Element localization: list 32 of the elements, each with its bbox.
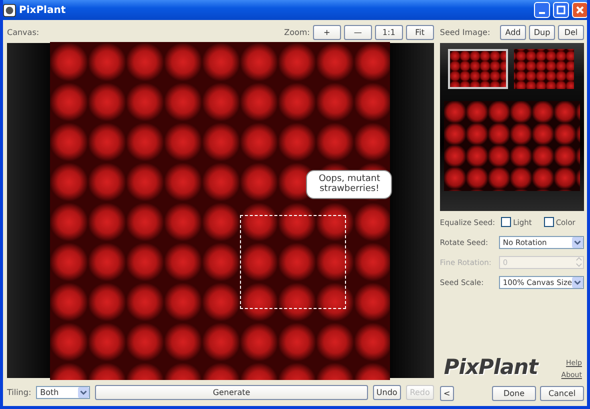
zoom-button[interactable]: Fit <box>406 25 434 40</box>
speech-bubble: Oops, mutant strawberries! <box>306 170 392 200</box>
window-title: PixPlant <box>19 4 66 16</box>
maximize-button[interactable] <box>553 2 569 18</box>
zoom-label: Zoom: <box>284 28 310 37</box>
seed-thumbnail[interactable] <box>514 49 574 89</box>
zoom-button[interactable]: — <box>344 25 372 40</box>
dialog-button[interactable]: Cancel <box>540 386 584 400</box>
seed-thumbnail[interactable] <box>448 49 508 89</box>
history-button[interactable]: Undo <box>372 384 401 400</box>
selection-rectangle[interactable] <box>240 214 346 308</box>
checkbox[interactable] <box>501 217 512 227</box>
seed-button[interactable]: Dup <box>529 25 555 40</box>
app-logo: PixPlant <box>444 355 538 379</box>
checkbox[interactable] <box>544 217 554 227</box>
seed-button[interactable]: Add <box>500 25 526 40</box>
app-icon <box>3 4 16 16</box>
minimize-button[interactable] <box>534 2 550 18</box>
canvas-label: Canvas: <box>7 28 40 37</box>
tiling-dropdown[interactable]: Both <box>36 386 90 398</box>
close-icon <box>575 5 585 15</box>
collapse-button[interactable]: < <box>440 386 454 400</box>
maximize-icon <box>556 5 566 15</box>
dialog-button[interactable]: Done <box>492 386 536 400</box>
seed-button[interactable]: Del <box>558 25 584 40</box>
minimize-icon <box>539 12 545 14</box>
close-button[interactable] <box>572 2 587 18</box>
generate-button[interactable]: Generate <box>95 384 368 400</box>
zoom-button[interactable]: 1:1 <box>374 25 403 40</box>
tiling-label: Tiling: <box>7 388 32 396</box>
seed-image-label: Seed Image: <box>440 28 490 37</box>
zoom-button[interactable]: + <box>312 25 341 40</box>
